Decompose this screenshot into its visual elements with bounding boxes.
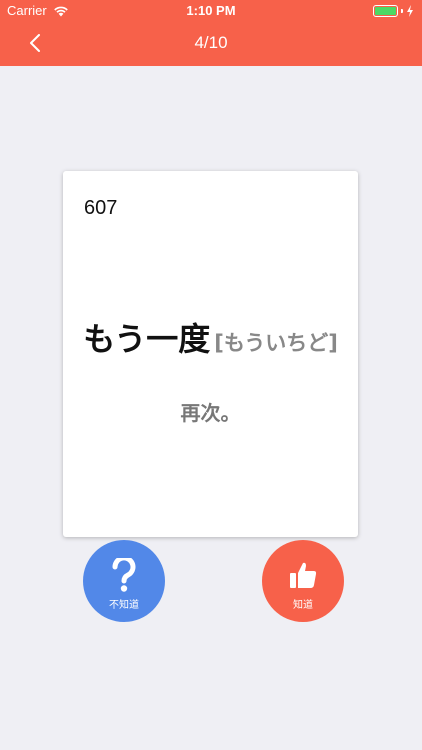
thumbs-up-icon <box>286 558 320 592</box>
know-button[interactable]: 知道 <box>262 540 344 622</box>
flashcard: 607 もう一度 [もういちど] 再次。 <box>63 171 358 537</box>
word-row: もう一度 [もういちど] <box>63 314 358 360</box>
battery-icon <box>373 5 398 17</box>
status-bar: Carrier 1:10 PM <box>0 0 422 22</box>
vocab-word: もう一度 <box>83 320 211 358</box>
know-label: 知道 <box>293 599 313 611</box>
header-bar: Carrier 1:10 PM 4/10 <box>0 0 422 66</box>
dont-know-label: 不知道 <box>109 599 139 611</box>
dont-know-button[interactable]: 不知道 <box>83 540 165 622</box>
battery-cap <box>401 9 403 13</box>
status-time: 1:10 PM <box>186 3 236 18</box>
battery-fill <box>375 7 396 15</box>
vocab-meaning: 再次。 <box>180 401 241 425</box>
vocab-reading: [もういちど] <box>214 331 338 355</box>
page-title: 4/10 <box>194 33 228 52</box>
question-mark-icon <box>107 557 141 592</box>
charging-bolt-icon <box>407 5 413 17</box>
battery-indicator <box>373 5 414 17</box>
card-number: 607 <box>84 197 118 219</box>
